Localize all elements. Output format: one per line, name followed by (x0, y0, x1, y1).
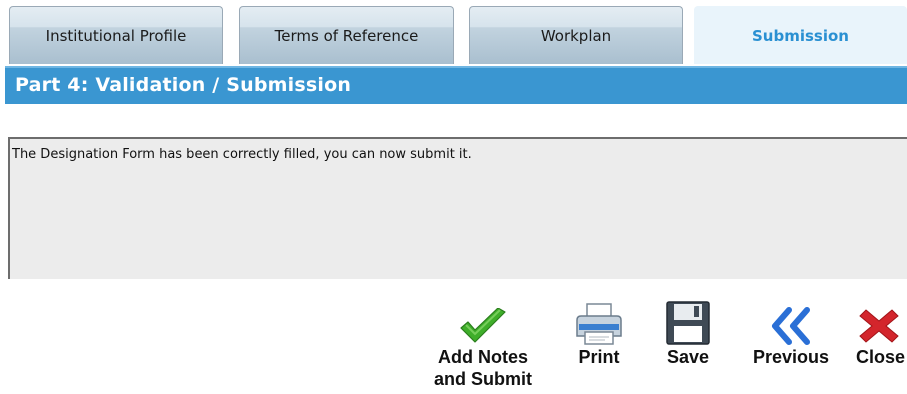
print-label: Print (578, 347, 620, 367)
tab-label: Institutional Profile (45, 26, 187, 45)
tab-bar: Institutional Profile Terms of Reference… (0, 0, 907, 64)
double-chevron-left-icon (769, 296, 813, 346)
printer-icon (573, 296, 625, 346)
tab-label: Workplan (540, 26, 612, 45)
section-title: Part 4: Validation / Submission (5, 66, 907, 104)
tab-institutional-profile[interactable]: Institutional Profile (9, 6, 223, 64)
previous-label: Previous (752, 347, 830, 367)
previous-button[interactable]: Previous (742, 296, 840, 368)
red-x-icon (856, 296, 902, 346)
close-button[interactable]: Close (856, 296, 907, 368)
floppy-disk-icon (665, 296, 711, 346)
print-button[interactable]: Print (568, 296, 630, 368)
checkmark-icon (458, 296, 508, 346)
tab-workplan[interactable]: Workplan (469, 6, 683, 64)
validation-message: The Designation Form has been correctly … (8, 137, 907, 279)
tab-terms-of-reference[interactable]: Terms of Reference (239, 6, 454, 64)
save-label: Save (666, 347, 710, 367)
save-button[interactable]: Save (660, 296, 716, 368)
tab-submission[interactable]: Submission (694, 6, 907, 64)
add-notes-and-submit-label: Add Notes and Submit (434, 347, 532, 389)
add-notes-and-submit-button[interactable]: Add Notes and Submit (422, 296, 544, 390)
tab-label: Submission (752, 26, 849, 45)
action-toolbar: Add Notes and Submit Print Save Previous… (0, 296, 907, 394)
close-label: Close (856, 347, 906, 367)
tab-label: Terms of Reference (274, 26, 419, 45)
